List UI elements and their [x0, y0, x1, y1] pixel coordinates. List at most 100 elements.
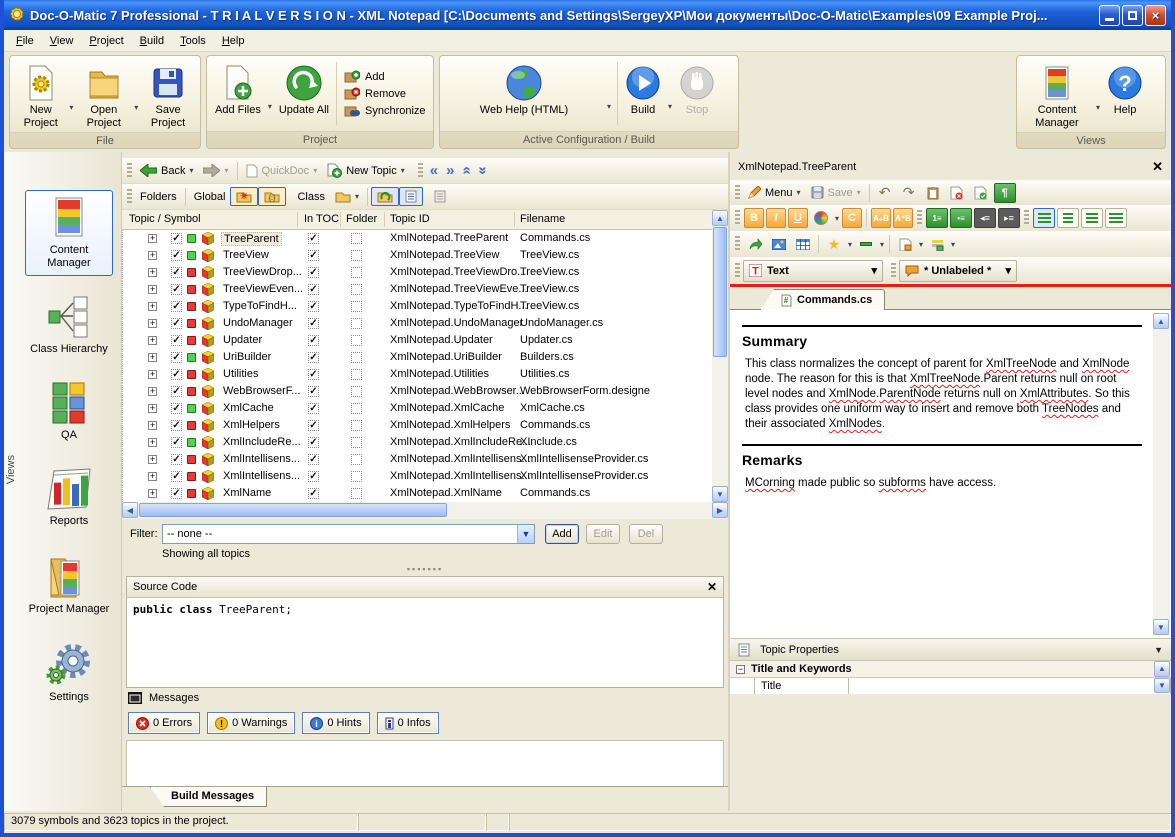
- insert-block-button[interactable]: [926, 234, 948, 254]
- in-toc-checkbox[interactable]: ✓: [308, 454, 319, 465]
- expand-icon[interactable]: +: [148, 234, 157, 243]
- topic-row[interactable]: +✓TreeView✓XmlNotepad.TreeViewTreeView.c…: [122, 247, 712, 264]
- sidebar-item-project-manager[interactable]: Project Manager: [25, 547, 113, 622]
- topic-document[interactable]: Summary This class normalizes the concep…: [730, 310, 1171, 638]
- web-help-button[interactable]: Web Help (HTML): [444, 58, 604, 129]
- expand-icon[interactable]: +: [148, 421, 157, 430]
- numbered-list-button[interactable]: 1≡: [926, 208, 948, 228]
- superscript-button[interactable]: A⁺B: [893, 208, 913, 228]
- topic-name[interactable]: Updater: [221, 334, 264, 346]
- insert-section-dropdown[interactable]: ▾: [919, 240, 923, 249]
- column-topic-symbol[interactable]: Topic / Symbol: [129, 213, 201, 225]
- column-in-toc[interactable]: In TOC: [304, 213, 339, 225]
- row-checkbox[interactable]: ✓: [171, 420, 182, 431]
- title-field-value[interactable]: [849, 678, 1171, 694]
- topic-row[interactable]: +✓UriBuilder✓XmlNotepad.UriBuilderBuilde…: [122, 349, 712, 366]
- topic-name[interactable]: UndoManager: [221, 317, 295, 329]
- row-checkbox[interactable]: ✓: [171, 267, 182, 278]
- folder-checkbox[interactable]: [351, 454, 362, 465]
- in-toc-checkbox[interactable]: ✓: [308, 233, 319, 244]
- properties-collapse-icon[interactable]: ▼: [1154, 645, 1163, 655]
- insert-link-button[interactable]: [744, 234, 766, 254]
- in-toc-checkbox[interactable]: ✓: [308, 369, 319, 380]
- column-folder[interactable]: Folder: [346, 213, 377, 225]
- folder-checkbox[interactable]: [351, 488, 362, 499]
- row-checkbox[interactable]: ✓: [171, 488, 182, 499]
- web-help-dropdown[interactable]: ▾: [604, 102, 614, 111]
- properties-scrollbar[interactable]: ▲ ▼: [1154, 661, 1170, 694]
- row-checkbox[interactable]: ✓: [171, 250, 182, 261]
- next-symbol-button[interactable]: »: [474, 162, 491, 178]
- prev-symbol-button[interactable]: »: [458, 162, 475, 178]
- delete-topic-button[interactable]: [946, 183, 968, 203]
- folder-checkbox[interactable]: [351, 403, 362, 414]
- title-keywords-section[interactable]: − Title and Keywords: [730, 660, 1171, 677]
- in-toc-checkbox[interactable]: ✓: [308, 386, 319, 397]
- expand-icon[interactable]: +: [148, 336, 157, 345]
- text-style-dropdown[interactable]: T Text ▾: [743, 260, 883, 282]
- menu-help[interactable]: Help: [214, 32, 253, 50]
- menu-project[interactable]: Project: [81, 32, 131, 50]
- next-topic-button[interactable]: »: [442, 162, 458, 179]
- new-project-button[interactable]: New Project: [14, 58, 68, 130]
- new-topic-button[interactable]: New Topic▾: [322, 161, 410, 180]
- prev-topic-button[interactable]: «: [426, 162, 442, 179]
- expand-icon[interactable]: +: [148, 319, 157, 328]
- build-dropdown[interactable]: ▾: [665, 102, 675, 111]
- expand-icon[interactable]: +: [148, 302, 157, 311]
- insert-block-dropdown[interactable]: ▾: [951, 240, 955, 249]
- project-remove-button[interactable]: Remove: [344, 87, 426, 101]
- topic-name[interactable]: XmlIntellisens...: [221, 470, 302, 482]
- editor-menu-button[interactable]: Menu▾: [743, 184, 806, 201]
- insert-symbol-button[interactable]: ★: [823, 234, 845, 254]
- column-filename[interactable]: Filename: [520, 213, 565, 225]
- topic-table-header[interactable]: Topic / Symbol In TOC Folder Topic ID Fi…: [122, 210, 712, 230]
- topic-row[interactable]: +✓WebBrowserF...✓XmlNotepad.WebBrowser..…: [122, 383, 712, 400]
- topic-row[interactable]: +✓XmlIntellisens...✓XmlNotepad.XmlIntell…: [122, 451, 712, 468]
- menu-view[interactable]: View: [42, 32, 82, 50]
- expand-icon[interactable]: +: [148, 353, 157, 362]
- open-project-dropdown[interactable]: ▾: [132, 103, 140, 112]
- row-checkbox[interactable]: ✓: [171, 352, 182, 363]
- topic-name[interactable]: UriBuilder: [221, 351, 273, 363]
- folder-checkbox[interactable]: [351, 369, 362, 380]
- source-code-close-icon[interactable]: ✕: [707, 580, 717, 594]
- folder-checkbox[interactable]: [351, 335, 362, 346]
- build-button[interactable]: Build: [621, 58, 665, 129]
- row-checkbox[interactable]: ✓: [171, 437, 182, 448]
- menu-tools[interactable]: Tools: [172, 32, 214, 50]
- expand-icon[interactable]: +: [148, 370, 157, 379]
- topic-name[interactable]: TreeView: [221, 249, 271, 261]
- in-toc-checkbox[interactable]: ✓: [308, 420, 319, 431]
- sidebar-item-qa[interactable]: QA: [25, 375, 113, 448]
- subscript-button[interactable]: A₊B: [871, 208, 891, 228]
- topic-name[interactable]: XmlCache: [221, 402, 276, 414]
- scroll-right-button[interactable]: ▶: [712, 502, 728, 518]
- in-toc-checkbox[interactable]: ✓: [308, 488, 319, 499]
- in-toc-checkbox[interactable]: ✓: [308, 471, 319, 482]
- topic-row[interactable]: +✓XmlCache✓XmlNotepad.XmlCacheXmlCache.c…: [122, 400, 712, 417]
- outdent-button[interactable]: ◂≡: [974, 208, 996, 228]
- scroll-up-button[interactable]: ▲: [712, 210, 728, 226]
- update-all-button[interactable]: Update All: [275, 58, 333, 129]
- folder-checkbox[interactable]: [351, 301, 362, 312]
- build-messages-tab[interactable]: Build Messages: [150, 787, 267, 807]
- topic-name[interactable]: XmlHelpers: [221, 419, 282, 431]
- topic-row[interactable]: +✓TreeViewDrop...✓XmlNotepad.TreeViewDro…: [122, 264, 712, 281]
- document-scrollbar[interactable]: ▲ ▼: [1153, 313, 1170, 635]
- topic-list-hscrollbar[interactable]: ◀ ▶: [122, 502, 728, 519]
- folder-checkbox[interactable]: [351, 250, 362, 261]
- splitter-handle[interactable]: ▪▪▪▪▪▪▪: [122, 564, 728, 574]
- topic-name[interactable]: TreeParent: [221, 232, 282, 246]
- expand-icon[interactable]: +: [148, 438, 157, 447]
- expand-icon[interactable]: +: [148, 285, 157, 294]
- label-state-dropdown[interactable]: * Unlabeled * ▾: [899, 260, 1017, 282]
- row-checkbox[interactable]: ✓: [171, 454, 182, 465]
- view-report-button[interactable]: [429, 188, 451, 205]
- collapse-section-icon[interactable]: −: [736, 665, 745, 674]
- add-files-button[interactable]: Add Files: [211, 58, 265, 129]
- topic-name[interactable]: TypeToFindH...: [221, 300, 299, 312]
- filter-combobox[interactable]: -- none -- ▼: [162, 524, 535, 544]
- in-toc-checkbox[interactable]: ✓: [308, 335, 319, 346]
- row-checkbox[interactable]: ✓: [171, 318, 182, 329]
